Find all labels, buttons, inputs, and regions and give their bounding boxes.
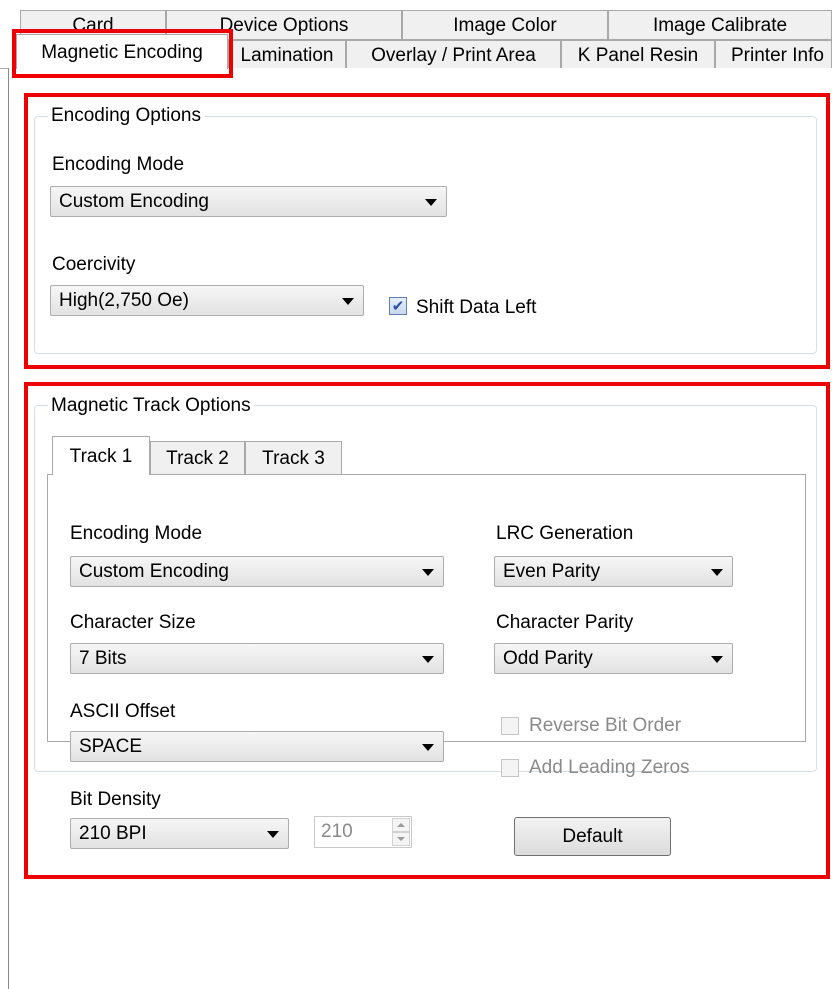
bit-density-spinner[interactable]: 210 xyxy=(314,816,412,848)
spin-arrows-icon xyxy=(392,818,410,846)
chevron-down-icon xyxy=(711,569,723,576)
encoding-mode-dropdown[interactable]: Custom Encoding xyxy=(50,186,447,217)
chevron-down-icon xyxy=(711,656,723,663)
shift-data-left-checkbox[interactable]: ✔ xyxy=(389,297,407,315)
tab-image-calibrate[interactable]: Image Calibrate xyxy=(608,10,832,40)
lrc-generation-dropdown[interactable]: Even Parity xyxy=(494,556,733,587)
character-size-dropdown[interactable]: 7 Bits xyxy=(70,643,444,674)
default-button-label: Default xyxy=(562,825,623,847)
check-icon: ✔ xyxy=(391,297,405,315)
chevron-down-icon xyxy=(267,831,279,838)
active-tab-joint xyxy=(53,472,149,476)
ascii-offset-label: ASCII Offset xyxy=(70,701,176,722)
tab-lamination[interactable]: Lamination xyxy=(228,40,346,69)
lrc-generation-label: LRC Generation xyxy=(496,523,634,544)
chevron-down-icon xyxy=(422,656,434,663)
tab-label: Track 2 xyxy=(166,448,229,469)
tab-label: Track 1 xyxy=(69,445,133,467)
tab-image-color[interactable]: Image Color xyxy=(402,10,608,40)
track-encoding-mode-value: Custom Encoding xyxy=(79,560,229,582)
ascii-offset-dropdown[interactable]: SPACE xyxy=(70,731,444,762)
tab-label: Image Calibrate xyxy=(652,14,788,36)
character-parity-dropdown[interactable]: Odd Parity xyxy=(494,643,733,674)
magnetic-track-options-title: Magnetic Track Options xyxy=(48,396,254,415)
tab-label: Image Color xyxy=(453,14,557,36)
tab-label: Overlay / Print Area xyxy=(371,44,536,66)
chevron-down-icon xyxy=(425,199,437,206)
tab-magnetic-encoding[interactable]: Magnetic Encoding xyxy=(16,34,228,69)
bit-density-value: 210 BPI xyxy=(79,822,147,844)
reverse-bit-order-label: Reverse Bit Order xyxy=(529,715,682,736)
ascii-offset-value: SPACE xyxy=(79,735,143,757)
spin-down-button[interactable] xyxy=(392,832,410,846)
add-leading-zeros-checkbox[interactable] xyxy=(501,759,519,777)
coercivity-label: Coercivity xyxy=(52,254,136,275)
coercivity-value: High(2,750 Oe) xyxy=(59,289,189,311)
character-size-label: Character Size xyxy=(70,612,196,633)
panel-left-border xyxy=(8,68,9,989)
track-encoding-mode-label: Encoding Mode xyxy=(70,523,203,544)
tab-label: Track 3 xyxy=(262,448,325,469)
encoding-mode-label: Encoding Mode xyxy=(52,154,185,175)
lrc-generation-value: Even Parity xyxy=(503,560,601,582)
spin-up-button[interactable] xyxy=(392,818,410,832)
tab-label: Printer Info xyxy=(731,44,824,66)
tab-printer-info[interactable]: Printer Info xyxy=(715,40,832,69)
character-parity-label: Character Parity xyxy=(496,612,634,633)
tab-label: Lamination xyxy=(240,44,334,66)
encoding-options-group xyxy=(34,116,817,354)
coercivity-dropdown[interactable]: High(2,750 Oe) xyxy=(50,285,364,316)
tab-label: K Panel Resin xyxy=(577,44,699,66)
encoding-mode-value: Custom Encoding xyxy=(59,190,209,212)
character-parity-value: Odd Parity xyxy=(503,647,593,669)
tab-label: Device Options xyxy=(219,14,349,36)
shift-data-left-label: Shift Data Left xyxy=(416,297,537,318)
track-encoding-mode-dropdown[interactable]: Custom Encoding xyxy=(70,556,444,587)
bit-density-label: Bit Density xyxy=(70,789,161,810)
encoding-options-title: Encoding Options xyxy=(48,106,204,125)
tab-label: Card xyxy=(72,14,114,36)
chevron-down-icon xyxy=(422,569,434,576)
default-button[interactable]: Default xyxy=(514,817,671,856)
tab-track-3[interactable]: Track 3 xyxy=(245,441,342,475)
bit-density-dropdown[interactable]: 210 BPI xyxy=(70,818,289,849)
chevron-down-icon xyxy=(342,298,354,305)
character-size-value: 7 Bits xyxy=(79,647,127,669)
tab-k-panel-resin[interactable]: K Panel Resin xyxy=(561,40,715,69)
reverse-bit-order-checkbox[interactable] xyxy=(501,717,519,735)
tab-label: Magnetic Encoding xyxy=(41,41,203,63)
bit-density-number: 210 xyxy=(321,821,353,842)
tab-track-1[interactable]: Track 1 xyxy=(52,436,150,475)
add-leading-zeros-label: Add Leading Zeros xyxy=(529,757,690,778)
tab-overlay-print-area[interactable]: Overlay / Print Area xyxy=(346,40,561,69)
tab-track-2[interactable]: Track 2 xyxy=(150,441,245,475)
chevron-down-icon xyxy=(422,744,434,751)
